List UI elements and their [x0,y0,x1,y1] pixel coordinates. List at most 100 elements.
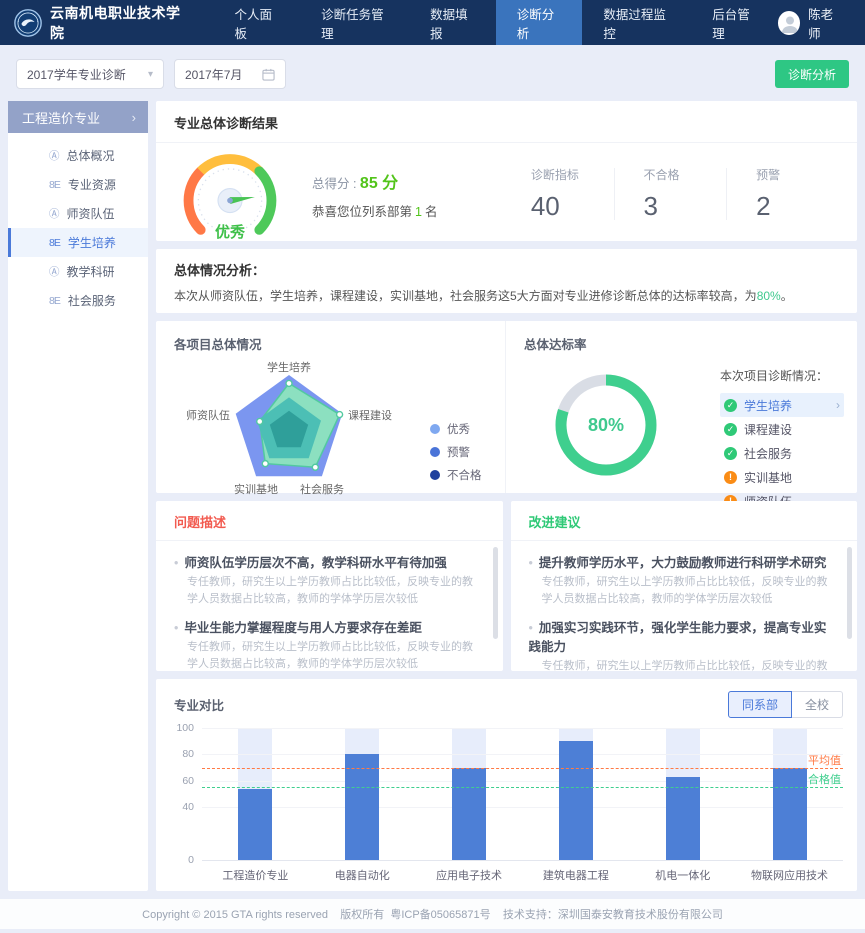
scrollbar[interactable] [493,547,498,639]
stat-indicators: 诊断指标 40 [531,166,585,222]
donut-chart: 80% 本次项目诊断情况： ✓ 学生培养 › ✓ 课程建设 [524,353,839,499]
y-tick-label: 60 [166,775,194,787]
stat-value: 3 [643,191,697,222]
analysis-text: 本次从师资队伍，学生培养，课程建设，实训基地，社会服务这5大方面对专业进修诊断总… [174,287,839,304]
chevron-right-icon: › [132,110,136,125]
sidebar-item-resources[interactable]: 8E 专业资源 [8,170,148,199]
rank-prefix: 恭喜您位列系部第 [312,205,412,219]
bullet-icon: • [174,556,178,570]
suggestion-title: 加强实习实践环节，强化学生能力要求，提高专业实践能力 [529,621,827,654]
faculty-icon: Ⓐ [49,206,59,221]
stat-failed: 不合格 3 [643,166,697,222]
rank-line: 恭喜您位列系部第1名 [312,201,502,220]
bullet-icon: • [529,621,533,635]
analysis-panel: 总体情况分析： 本次从师资队伍，学生培养，课程建设，实训基地，社会服务这5大方面… [156,249,857,313]
gridline [202,781,843,782]
summary-stats: 诊断指标 40 不合格 3 预警 2 [502,166,839,222]
suggestion-item: •加强实习实践环节，强化学生能力要求，提高专业实践能力 专任教师，研究生以上学历… [529,617,832,671]
user-avatar-icon [778,11,800,35]
y-tick-label: 0 [166,854,194,866]
calendar-icon [262,68,275,81]
school-logo-icon [14,8,42,38]
score-label: 总得分 : [312,177,360,191]
footer: Copyright © 2015 GTA rights reserved 版权所… [0,899,865,929]
legend-label: 优秀 [447,421,470,437]
main-menu: 个人面板 诊断任务管理 数据填报 诊断分析 数据过程监控 后台管理 [214,0,778,45]
legend-failed[interactable]: 不合格 [430,467,482,483]
suggestion-desc: 专任教师，研究生以上学历教师占比比较低，反映专业的教学人员数据占比较高，教师的学… [542,574,832,608]
bullet-icon: • [174,621,178,635]
stat-warning: 预警 2 [756,166,810,222]
stat-value: 2 [756,191,810,222]
bar-chart: 1008060400平均值合格值 工程造价专业 电器自动化 应用电子技术 建筑电… [156,718,857,883]
bar [559,741,593,860]
radar-axis-label: 师资队伍 [186,407,230,423]
sidebar-header-major[interactable]: 工程造价专业 › [8,101,148,133]
date-picker[interactable]: 2017年7月 [174,59,286,89]
diag-label: 课程建设 [744,421,792,438]
diag-item-social-service[interactable]: ✓ 社会服务 [720,441,844,465]
sidebar-item-student-training[interactable]: 8E 学生培养 [8,228,148,257]
bullet-icon: • [529,556,533,570]
comparison-header: 专业对比 同系部 全校 [156,679,857,718]
radar-axis-label: 实训基地 [234,481,278,497]
toggle-same-department[interactable]: 同系部 [728,691,792,718]
nav-backend-management[interactable]: 后台管理 [691,0,778,45]
rank-value: 1 [412,205,425,219]
problem-item: •师资队伍学历层次不高，教学科研水平有待加强 专任教师，研究生以上学历教师占比比… [174,552,477,608]
reference-line-label: 平均值 [808,752,841,768]
sidebar-major-label: 工程造价专业 [22,108,100,127]
divider [726,168,727,220]
bar-mechatronics [629,728,736,860]
suggestion-desc: 专任教师，研究生以上学历教师占比比较低，反映专业的教学人员数据占比较高，教师的学… [542,658,832,671]
top-navbar: 云南机电职业技术学院 个人面板 诊断任务管理 数据填报 诊断分析 数据过程监控 … [0,0,865,45]
suggestions-list: •提升教师学历水平，大力鼓励教师进行科研学术研究 专任教师，研究生以上学历教师占… [511,541,858,671]
legend-excellent[interactable]: 优秀 [430,421,482,437]
user-menu[interactable]: 陈老师 [778,4,865,42]
sidebar-item-social-service[interactable]: 8E 社会服务 [8,286,148,315]
charts-panel: 各项目总体情况 学生培养 课程建设 社会服务 实训基地 [156,321,857,493]
nav-data-process-monitoring[interactable]: 数据过程监控 [582,0,691,45]
scrollbar[interactable] [847,547,852,639]
gridline [202,728,843,729]
diag-item-course-building[interactable]: ✓ 课程建设 [720,417,844,441]
sidebar-item-faculty[interactable]: Ⓐ 师资队伍 [8,199,148,228]
resources-icon: 8E [49,179,60,191]
bar-engineering-cost [202,728,309,860]
comparison-title: 专业对比 [174,695,224,714]
chevron-right-icon: › [836,398,840,412]
nav-personal-panel[interactable]: 个人面板 [214,0,301,45]
radar-axis-label: 社会服务 [300,481,344,497]
bar-electrical-automation [309,728,416,860]
check-icon: ✓ [724,447,737,460]
diag-item-student-training[interactable]: ✓ 学生培养 › [720,393,844,417]
legend-warning[interactable]: 预警 [430,444,482,460]
score-block: 总得分 : 85 分 恭喜您位列系部第1名 [312,169,502,220]
sidebar-item-overview[interactable]: Ⓐ 总体概况 [8,141,148,170]
analysis-highlight: 80% [757,289,781,303]
stat-label: 不合格 [643,166,697,183]
social-service-icon: 8E [49,295,60,307]
bar-plot-area: 1008060400平均值合格值 [202,728,843,860]
sidebar-item-research[interactable]: Ⓐ 教学科研 [8,257,148,286]
summary-body: 优秀 总得分 : 85 分 恭喜您位列系部第1名 诊断指标 40 [156,143,857,243]
radar-chart: 学生培养 课程建设 社会服务 实训基地 师资队伍 优秀 [174,355,487,501]
sidebar-item-label: 专业资源 [68,176,116,193]
summary-title: 专业总体诊断结果 [156,101,857,143]
nav-diagnosis-task-management[interactable]: 诊断任务管理 [300,0,409,45]
check-icon: ✓ [724,423,737,436]
diag-item-training-base[interactable]: ! 实训基地 [720,465,844,489]
sidebar-item-label: 师资队伍 [67,205,115,222]
nav-diagnosis-analysis[interactable]: 诊断分析 [496,0,583,45]
legend-dot-icon [430,447,440,457]
x-label: 物联网应用技术 [736,867,843,883]
reference-line [202,768,843,769]
term-select[interactable]: 2017学年专业诊断 ▾ [16,59,164,89]
toggle-whole-school[interactable]: 全校 [792,691,843,718]
user-name: 陈老师 [808,4,843,42]
bar-building-electrical [522,728,629,860]
problem-title: 师资队伍学历层次不高，教学科研水平有待加强 [184,556,447,570]
analyze-button[interactable]: 诊断分析 [775,60,849,88]
bar [238,789,272,860]
nav-data-reporting[interactable]: 数据填报 [409,0,496,45]
